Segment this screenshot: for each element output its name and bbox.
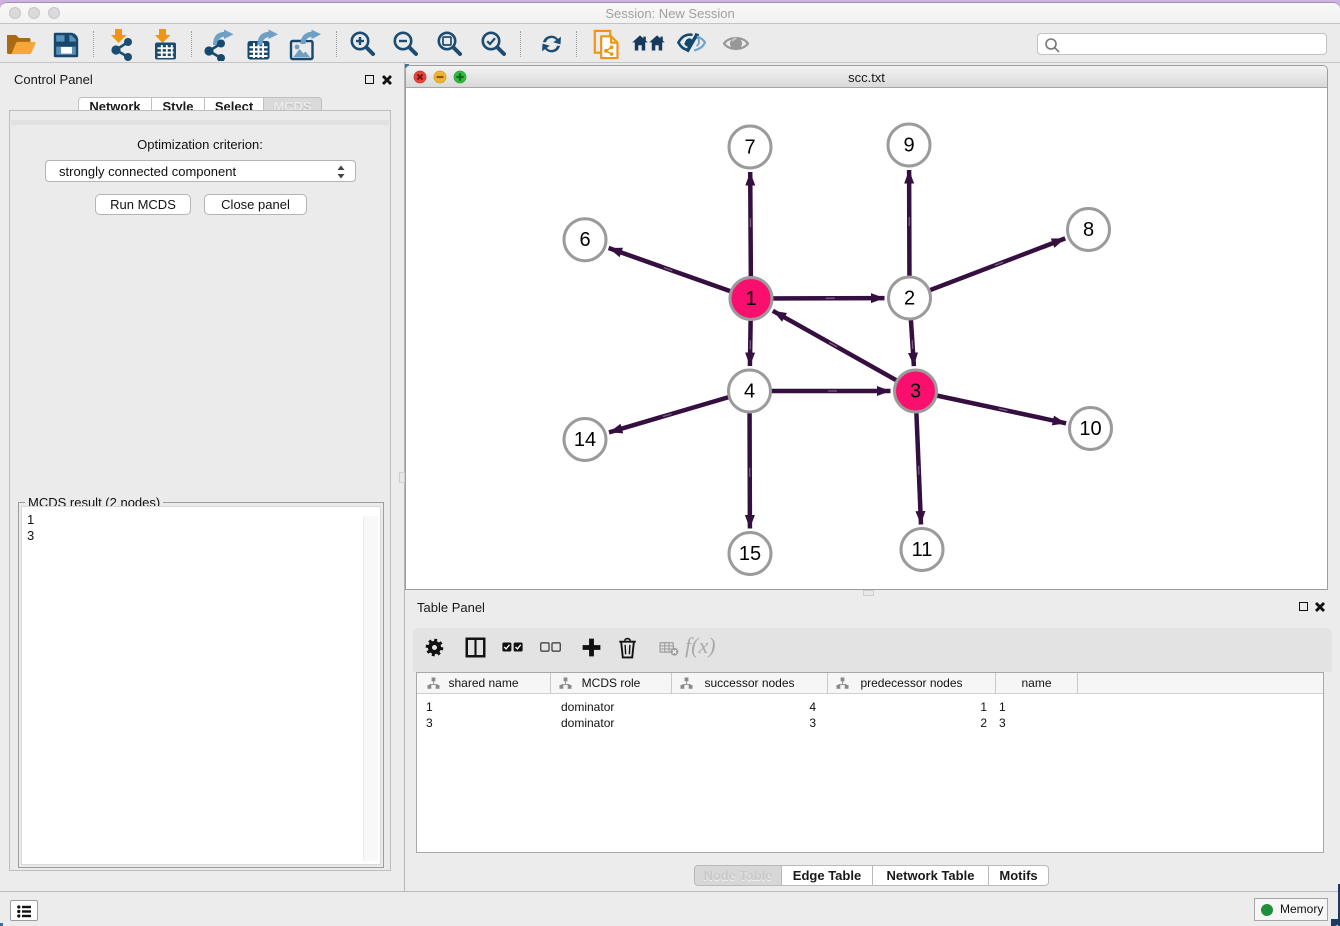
svg-text:10: 10: [1079, 418, 1101, 440]
svg-text:4: 4: [744, 381, 755, 403]
svg-text:2: 2: [904, 288, 915, 310]
svg-text:1: 1: [745, 288, 756, 310]
svg-text:8: 8: [1083, 219, 1094, 241]
svg-text:9: 9: [903, 135, 914, 157]
svg-text:6: 6: [579, 229, 590, 251]
svg-text:3: 3: [910, 381, 921, 403]
svg-text:11: 11: [912, 539, 933, 561]
svg-text:14: 14: [574, 429, 596, 451]
svg-text:15: 15: [739, 543, 761, 565]
svg-text:7: 7: [744, 137, 755, 159]
